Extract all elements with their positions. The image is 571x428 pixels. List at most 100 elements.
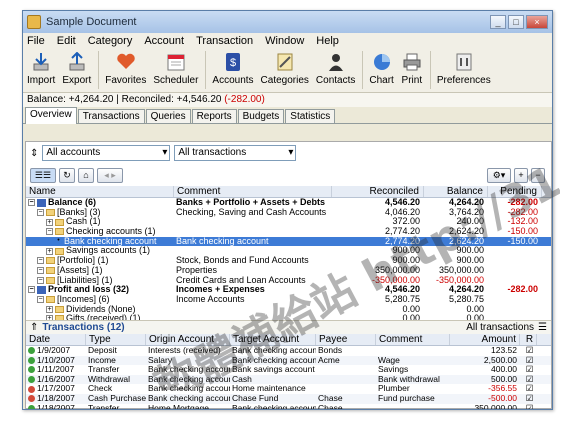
transaction-row[interactable]: 1/18/2007 Transfer Home Mortgage Bank check… (26, 403, 551, 410)
account-row[interactable]: − Balance (6) Banks + Portfolio + Assets +… (26, 198, 551, 208)
reconciled-checkbox[interactable]: ☑ (520, 375, 537, 385)
expander-icon[interactable]: − (37, 266, 44, 274)
expander-icon[interactable]: − (37, 208, 44, 216)
reconciled-checkbox[interactable]: ☑ (520, 394, 537, 404)
balance-status: Balance: +4,264.20 | Reconciled: +4,546.… (23, 93, 552, 107)
gear-icon[interactable]: ⚙▾ (487, 167, 511, 183)
account-row[interactable]: + Dividends (None) 0.00 0.00 (26, 305, 551, 315)
expander-icon[interactable]: + (46, 218, 53, 226)
header-comment[interactable]: Comment (174, 186, 332, 197)
add-icon[interactable]: + (514, 167, 528, 183)
tab-reports[interactable]: Reports (191, 109, 237, 123)
expander-icon[interactable]: − (28, 199, 35, 207)
header-balance[interactable]: Balance (424, 186, 488, 197)
menu-account[interactable]: Account (144, 35, 184, 47)
account-row[interactable]: − [Banks] (3) Checking, Saving and Cash Ac… (26, 208, 551, 218)
export-button[interactable]: Export (62, 51, 91, 86)
header-reconciled[interactable]: Reconciled (332, 186, 424, 197)
menu-help[interactable]: Help (316, 35, 339, 47)
expander-icon[interactable]: − (28, 286, 35, 294)
reconciled-checkbox[interactable]: ☑ (520, 346, 537, 356)
refresh-button[interactable]: ↻ (59, 167, 75, 183)
menu-category[interactable]: Category (88, 35, 133, 47)
collapse-icon[interactable]: ⇑ (30, 322, 38, 333)
expander-icon[interactable]: − (37, 296, 44, 303)
chart-button[interactable]: Chart (369, 51, 394, 86)
import-button[interactable]: Import (27, 51, 55, 86)
header-name[interactable]: Name (26, 186, 174, 197)
menu-transaction[interactable]: Transaction (196, 35, 253, 47)
account-name-cell: + Dividends (None) (26, 305, 174, 315)
expander-icon[interactable]: − (37, 257, 44, 265)
view-mode-button[interactable]: ☰☰ (30, 167, 56, 183)
tab-overview[interactable]: Overview (25, 107, 77, 124)
tab-statistics[interactable]: Statistics (285, 109, 336, 123)
account-name: [Portfolio] (1) (57, 256, 109, 266)
account-row[interactable]: • Bank checking account Bank checking acco… (26, 236, 551, 247)
minimize-button[interactable]: _ (490, 15, 506, 29)
expander-icon[interactable]: + (46, 305, 53, 313)
header-amount[interactable]: Amount (450, 334, 520, 345)
tab-queries[interactable]: Queries (145, 109, 191, 123)
menu-window[interactable]: Window (265, 35, 304, 47)
scheduler-button[interactable]: Scheduler (153, 51, 198, 86)
remove-icon[interactable]: − (531, 167, 545, 183)
account-row[interactable]: − [Assets] (1) Properties 350,000.00 350,000… (26, 266, 551, 276)
account-row[interactable]: − Checking accounts (1) 2,774.20 2,624.20 -1… (26, 227, 551, 237)
tab-transactions[interactable]: Transactions (77, 109, 145, 123)
print-button[interactable]: Print (401, 51, 423, 86)
type-cell: Transfer (88, 365, 120, 375)
header-comment[interactable]: Comment (376, 334, 450, 345)
preferences-button[interactable]: Preferences (437, 51, 491, 86)
account-comment: Bank checking account (176, 236, 269, 246)
account-name-cell: − [Banks] (3) (26, 208, 174, 218)
menu-icon[interactable]: ☰ (538, 322, 547, 333)
account-row[interactable]: + Savings accounts (1) 900.00 900.00 (26, 246, 551, 256)
tab-budgets[interactable]: Budgets (237, 109, 285, 123)
pending-value (488, 295, 542, 305)
transaction-row[interactable]: 1/17/2007 Check Bank checking account Home … (26, 384, 551, 394)
reconciled-checkbox[interactable]: ☑ (520, 404, 537, 409)
transactions-count-label: Transactions (12) (42, 322, 125, 333)
transaction-row[interactable]: 1/11/2007 Transfer Bank checking account Ba… (26, 365, 551, 375)
account-bullet-icon[interactable]: • (55, 237, 62, 245)
account-row[interactable]: − [Incomes] (6) Income Accounts 5,280.75 5,2… (26, 295, 551, 305)
transaction-row[interactable]: 1/10/2007 Income Salary Bank checking accou… (26, 355, 551, 366)
reconciled-checkbox[interactable]: ☑ (520, 356, 537, 366)
close-button[interactable]: × (526, 15, 548, 29)
transactions-filter-select[interactable]: All transactions (174, 145, 297, 161)
home-button[interactable]: ⌂ (78, 167, 94, 183)
account-name: Checking accounts (1) (66, 227, 156, 237)
account-row[interactable]: − [Liabilities] (1) Credit Cards and Loan … (26, 276, 551, 286)
expander-icon[interactable]: − (46, 228, 53, 236)
accounts-button[interactable]: $ Accounts (212, 51, 254, 86)
reconciled-checkbox[interactable]: ☑ (520, 365, 537, 375)
account-row[interactable]: + Cash (1) 372.00 240.00 -132.00 (26, 217, 551, 227)
expander-icon[interactable]: + (46, 247, 53, 255)
maximize-button[interactable]: □ (508, 15, 524, 29)
header-pending[interactable]: Pending (488, 186, 542, 197)
header-date[interactable]: Date (26, 334, 86, 345)
account-row[interactable]: − Profit and loss (32) Incomes + Expenses 4… (26, 285, 551, 295)
header-origin[interactable]: Origin Account (146, 334, 230, 345)
transaction-row[interactable]: 1/9/2007 Deposit Interests (received) Bank … (26, 346, 551, 356)
payee-cell: Chase (318, 403, 343, 410)
favorites-button[interactable]: Favorites (105, 51, 146, 86)
nav-arrows[interactable]: ◂ ▸ (97, 167, 123, 183)
expander-icon[interactable]: − (37, 276, 44, 284)
categories-button[interactable]: Categories (261, 51, 309, 86)
transaction-row[interactable]: 1/16/2007 Withdrawal Bank checking account… (26, 374, 551, 385)
header-reconciled[interactable]: R (520, 334, 537, 345)
menu-edit[interactable]: Edit (57, 35, 76, 47)
header-type[interactable]: Type (86, 334, 146, 345)
transaction-row[interactable]: 1/18/2007 Cash Purchase Bank checking acco… (26, 393, 551, 404)
reconciled-checkbox[interactable]: ☑ (520, 384, 537, 394)
collapse-icon[interactable]: ⇕ (30, 148, 38, 159)
menu-file[interactable]: File (27, 35, 45, 47)
contacts-button[interactable]: Contacts (316, 51, 355, 86)
account-row[interactable]: − [Portfolio] (1) Stock, Bonds and Fund Ac… (26, 256, 551, 266)
reconciled-value: 372.00 (392, 217, 420, 227)
accounts-filter-select[interactable]: All accounts (42, 145, 171, 161)
header-payee[interactable]: Payee (316, 334, 376, 345)
header-target[interactable]: Target Account (230, 334, 316, 345)
